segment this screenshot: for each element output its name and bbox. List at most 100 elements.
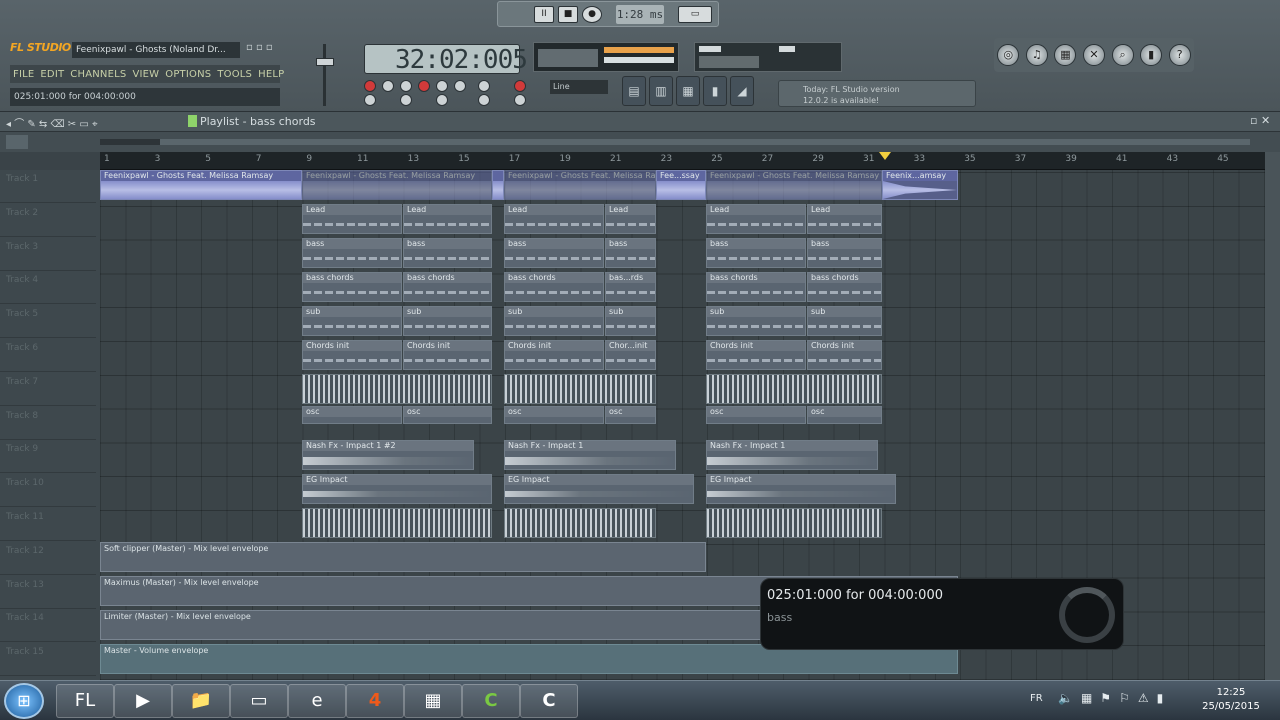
mixer-shortcut-icon[interactable]: ✕ [1082, 44, 1105, 66]
playlist-shortcut-icon[interactable]: ◎ [997, 44, 1020, 66]
record-button[interactable]: ● [582, 6, 602, 23]
timeline-ruler[interactable]: 1 3 5 7 9 11 13 15 17 19 21 23 25 27 29 31 33 35 37 39 41 43 4… [100, 152, 1265, 170]
track-label[interactable]: Track 10 [0, 474, 96, 508]
window-close-icon[interactable]: ▫ ✕ [1250, 114, 1270, 127]
menu-channels[interactable]: CHANNELS [67, 69, 129, 80]
menu-options[interactable]: OPTIONS [162, 69, 214, 80]
pattern-clip[interactable]: Chords init [302, 340, 402, 370]
track-label[interactable]: Track 7 [0, 373, 96, 406]
horizontal-scrollbar[interactable] [100, 139, 1250, 145]
track-label[interactable]: Track 15 [0, 643, 96, 677]
pattern-clip[interactable]: Lead [807, 204, 882, 234]
track-label[interactable]: Track 5 [0, 305, 96, 339]
menu-edit[interactable]: EDIT [37, 69, 67, 80]
audio-fx-clip[interactable]: Nash Fx - Impact 1 [504, 440, 676, 470]
pause-button[interactable]: II [534, 6, 554, 23]
piano-roll-view-icon[interactable]: ▦ [676, 76, 700, 106]
help-icon[interactable]: ? [1168, 44, 1191, 66]
pattern-clip[interactable]: bas...rds [605, 272, 656, 302]
pattern-clip[interactable]: bass [504, 238, 604, 268]
audio-clip[interactable]: Feenix...amsay [882, 170, 958, 200]
audio-fx-clip[interactable]: EG Impact [706, 474, 896, 504]
drum-clip[interactable] [706, 374, 882, 404]
option-button[interactable] [436, 94, 448, 106]
taskbar-media-player-icon[interactable]: ▶ [114, 684, 172, 718]
taskbar-camtasia-icon[interactable]: C [462, 684, 520, 718]
option-button[interactable] [400, 94, 412, 106]
news-panel[interactable]: Today: FL Studio version 12.0.2 is avail… [778, 80, 976, 107]
pattern-clip[interactable]: Chor...init [605, 340, 656, 370]
taskbar-fl-studio-icon[interactable]: FL [56, 684, 114, 718]
audio-clip[interactable]: Feenixpawl - Ghosts Feat. Melissa Ramsay [302, 170, 492, 200]
vertical-scrollbar[interactable] [1265, 152, 1280, 680]
audio-fx-clip[interactable]: EG Impact [504, 474, 694, 504]
language-indicator[interactable]: FR [1030, 693, 1043, 704]
option-button[interactable] [436, 80, 448, 92]
playlist-menu-icon[interactable] [6, 135, 28, 149]
pattern-clip[interactable]: Lead [504, 204, 604, 234]
option-button[interactable] [514, 80, 526, 92]
system-clock[interactable]: 12:25 25/05/2015 [1196, 686, 1266, 714]
volume-icon[interactable]: 🔈 [1058, 691, 1073, 711]
pattern-clip[interactable]: sub [807, 306, 882, 336]
pattern-clip[interactable]: osc [807, 406, 882, 424]
track-label[interactable]: Track 13 [0, 576, 96, 609]
pattern-clip[interactable]: Lead [302, 204, 402, 234]
track-label[interactable]: Track 4 [0, 271, 96, 305]
track-label[interactable]: Track 11 [0, 508, 96, 541]
option-button[interactable] [454, 80, 466, 92]
audio-clip[interactable]: Feenixpawl - Ghosts Feat. Melissa Ramsay [706, 170, 882, 200]
audio-fx-clip[interactable]: Nash Fx - Impact 1 #2 [302, 440, 474, 470]
automation-clip[interactable]: Soft clipper (Master) - Mix level envelo… [100, 542, 706, 572]
pattern-clip[interactable]: bass [807, 238, 882, 268]
drum-clip[interactable] [504, 374, 656, 404]
power-icon[interactable]: ▮ [1157, 691, 1164, 711]
mixer-view-icon[interactable]: ▮ [703, 76, 727, 106]
pattern-clip[interactable]: Lead [706, 204, 806, 234]
network-icon[interactable]: ▦ [1081, 691, 1092, 711]
pattern-clip[interactable]: Lead [605, 204, 656, 234]
security-icon[interactable]: ⚠ [1138, 691, 1149, 711]
piano-roll-shortcut-icon[interactable]: ♫ [1025, 44, 1048, 66]
pattern-clip[interactable]: bass chords [504, 272, 604, 302]
audio-clip[interactable]: Feenixpawl - Ghosts Feat. Melissa Ramsay [100, 170, 302, 200]
pattern-clip[interactable]: osc [504, 406, 604, 424]
pattern-clip[interactable]: sub [605, 306, 656, 336]
channels-view-icon[interactable]: ▥ [649, 76, 673, 106]
option-button[interactable] [364, 94, 376, 106]
browser-shortcut-icon[interactable]: ⌕ [1111, 44, 1134, 66]
taskbar-camtasia-recorder-icon[interactable]: C [520, 684, 578, 718]
drum-clip[interactable] [706, 508, 882, 538]
pattern-clip[interactable]: bass chords [302, 272, 402, 302]
taskbar-ie-icon[interactable]: e [288, 684, 346, 718]
mode-select[interactable]: Line [550, 80, 608, 94]
option-button[interactable] [400, 80, 412, 92]
option-button[interactable] [478, 94, 490, 106]
action-center-icon[interactable]: ⚑ [1100, 691, 1111, 711]
taskbar-explorer-icon[interactable]: 📁 [172, 684, 230, 718]
track-label[interactable]: Track 6 [0, 339, 96, 372]
stop-button[interactable]: ■ [558, 6, 578, 23]
track-label[interactable]: Track 8 [0, 407, 96, 440]
window-controls-icon[interactable]: ▫ ▫ ▫ [246, 42, 273, 53]
track-label[interactable]: Track 12 [0, 542, 96, 575]
audio-clip[interactable]: Fee...ssay [656, 170, 706, 200]
playlist-tools-icon[interactable]: ◂ ⌒ ✎ ⇆ ⌫ ✂ ▭ ⌖ [6, 115, 98, 130]
pattern-clip[interactable]: bass chords [403, 272, 492, 302]
pattern-clip[interactable]: osc [302, 406, 402, 424]
pattern-clip[interactable]: bass [706, 238, 806, 268]
taskbar-app-4-icon[interactable]: 4 [346, 684, 404, 718]
playhead-marker[interactable] [879, 152, 891, 160]
playlist-title[interactable]: Playlist - bass chords [200, 115, 316, 128]
pattern-clip[interactable]: bass chords [706, 272, 806, 302]
drum-clip[interactable] [302, 374, 492, 404]
option-button[interactable] [478, 80, 490, 92]
playlist-view-icon[interactable]: ▤ [622, 76, 646, 106]
master-volume-slider[interactable] [312, 44, 338, 106]
option-button[interactable] [418, 80, 430, 92]
pattern-clip[interactable]: bass chords [807, 272, 882, 302]
start-button[interactable]: ⊞ [4, 683, 44, 719]
plugin-shortcut-icon[interactable]: ▮ [1140, 44, 1163, 66]
menu-file[interactable]: FILE [10, 69, 37, 80]
track-label[interactable]: Track 2 [0, 204, 96, 237]
